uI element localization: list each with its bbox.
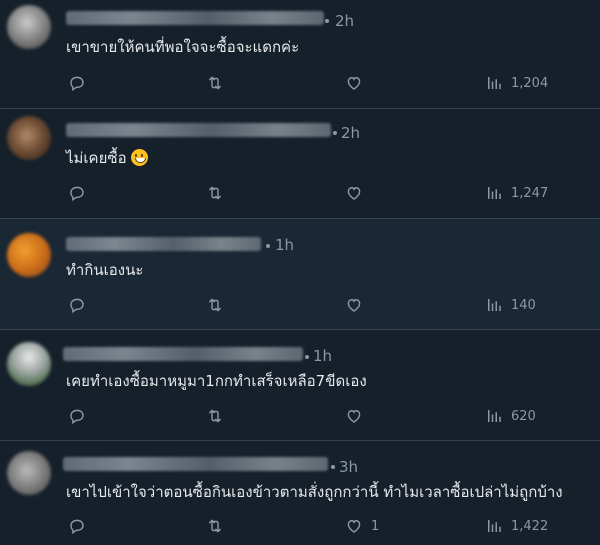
separator-dot (266, 244, 270, 248)
reply-time[interactable]: 1h (275, 236, 294, 254)
reply-text: ทำกินเองนะ (66, 260, 143, 280)
reply-text-content: ทำกินเองนะ (66, 261, 144, 279)
reply-button[interactable] (68, 74, 86, 92)
author-name[interactable] (66, 11, 324, 25)
reply-button[interactable] (68, 296, 86, 314)
reply-text-content: เขาไปเข้าใจว่าตอนซื้อกินเองข้าวตามสั่งถู… (66, 483, 563, 501)
author-name[interactable] (66, 123, 331, 137)
retweet-icon (206, 184, 224, 202)
reply-item[interactable]: 1h ทำกินเองนะ 140 (0, 219, 600, 330)
reply-text: เขาไปเข้าใจว่าตอนซื้อกินเองข้าวตามสั่งถู… (66, 482, 563, 502)
retweet-icon (206, 407, 224, 425)
reply-time[interactable]: 2h (341, 124, 360, 142)
views-icon (485, 184, 503, 202)
views-count: 1,204 (511, 75, 549, 91)
separator-dot (333, 131, 337, 135)
views-count: 1,422 (511, 518, 549, 534)
reply-text: เคยทำเองซื้อมาหมูมา1กกทำเสร็จเหลือ7ขีดเอ… (66, 371, 367, 391)
author-name[interactable] (63, 457, 328, 471)
reply-icon (68, 407, 86, 425)
views-icon (485, 296, 503, 314)
reply-text: ไม่เคยซื้อ (66, 148, 148, 168)
views-icon (485, 74, 503, 92)
like-icon (345, 517, 363, 535)
reply-text-content: เขาขายให้คนที่พอใจจะซื้อจะแดกค่ะ (66, 38, 300, 56)
reply-time[interactable]: 3h (339, 458, 358, 476)
separator-dot (331, 465, 335, 469)
reply-item[interactable]: 3h เขาไปเข้าใจว่าตอนซื้อกินเองข้าวตามสั่… (0, 441, 600, 545)
reply-icon (68, 74, 86, 92)
views-button[interactable]: 1,204 (485, 74, 548, 92)
avatar[interactable] (7, 116, 51, 160)
reply-item[interactable]: 1h เคยทำเองซื้อมาหมูมา1กกทำเสร็จเหลือ7ขี… (0, 330, 600, 441)
like-icon (345, 296, 363, 314)
reply-icon (68, 296, 86, 314)
like-count: 1 (371, 518, 380, 534)
retweet-button[interactable] (206, 407, 224, 425)
reply-item[interactable]: 2h เขาขายให้คนที่พอใจจะซื้อจะแดกค่ะ 1,20… (0, 0, 600, 109)
retweet-icon (206, 296, 224, 314)
retweet-icon (206, 517, 224, 535)
reply-time[interactable]: 1h (313, 347, 332, 365)
like-button[interactable] (345, 296, 371, 314)
author-name[interactable] (66, 237, 261, 251)
reply-feed: 2h เขาขายให้คนที่พอใจจะซื้อจะแดกค่ะ 1,20… (0, 0, 600, 545)
like-icon (345, 407, 363, 425)
reply-text-content: เคยทำเองซื้อมาหมูมา1กกทำเสร็จเหลือ7ขีดเอ… (66, 372, 367, 390)
reply-icon (68, 184, 86, 202)
views-icon (485, 517, 503, 535)
reply-text: เขาขายให้คนที่พอใจจะซื้อจะแดกค่ะ (66, 37, 299, 57)
retweet-button[interactable] (206, 296, 224, 314)
retweet-button[interactable] (206, 517, 224, 535)
like-button[interactable] (345, 184, 371, 202)
reply-button[interactable] (68, 184, 86, 202)
views-count: 620 (511, 408, 536, 424)
views-button[interactable]: 1,247 (485, 184, 548, 202)
like-icon (345, 74, 363, 92)
views-button[interactable]: 140 (485, 296, 536, 314)
retweet-button[interactable] (206, 74, 224, 92)
reply-icon (68, 517, 86, 535)
reply-time[interactable]: 2h (335, 12, 354, 30)
views-button[interactable]: 1,422 (485, 517, 548, 535)
avatar[interactable] (7, 5, 51, 49)
views-button[interactable]: 620 (485, 407, 536, 425)
grinning-face-icon (130, 149, 148, 166)
reply-item[interactable]: 2h ไม่เคยซื้อ 1,247 (0, 109, 600, 219)
avatar[interactable] (7, 233, 51, 277)
reply-button[interactable] (68, 407, 86, 425)
retweet-icon (206, 74, 224, 92)
like-button[interactable]: 1 (345, 517, 379, 535)
like-button[interactable] (345, 407, 371, 425)
views-icon (485, 407, 503, 425)
reply-button[interactable] (68, 517, 86, 535)
retweet-button[interactable] (206, 184, 224, 202)
like-icon (345, 184, 363, 202)
views-count: 140 (511, 297, 536, 313)
author-name[interactable] (63, 347, 303, 361)
avatar[interactable] (7, 451, 51, 495)
separator-dot (325, 19, 329, 23)
reply-text-content: ไม่เคยซื้อ (66, 149, 127, 167)
separator-dot (305, 355, 309, 359)
views-count: 1,247 (511, 185, 549, 201)
avatar[interactable] (7, 342, 51, 386)
like-button[interactable] (345, 74, 371, 92)
